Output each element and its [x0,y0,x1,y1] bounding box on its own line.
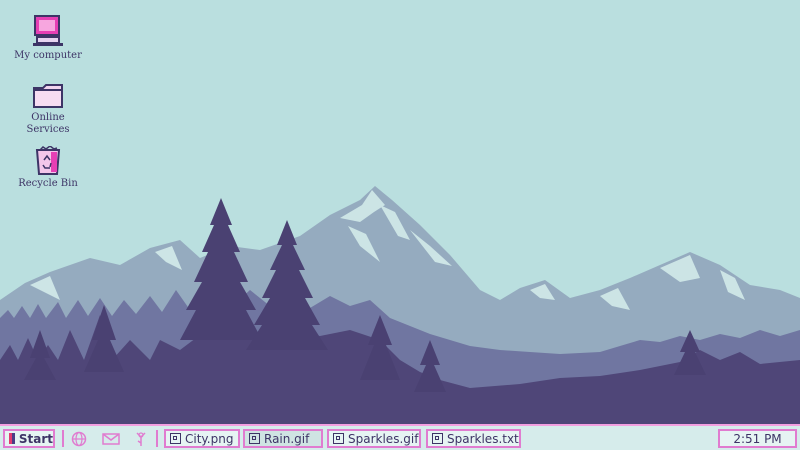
desktop-icon-my-computer[interactable]: My computer [6,14,90,62]
image-file-icon [249,433,260,444]
image-file-icon [333,433,344,444]
taskbar-window-rain-gif[interactable]: Rain.gif [243,429,323,448]
image-file-icon [170,433,181,444]
desktop: My computer Online Services Recycle Bin [0,0,800,424]
start-label: Start [18,431,53,446]
desktop-icon-label: Online Services [26,112,70,135]
desktop-icon-label: Recycle Bin [18,178,78,189]
computer-icon [33,15,63,46]
taskbar-separator [62,430,64,447]
recycle-bin-icon [35,146,61,175]
flower-icon[interactable] [132,431,150,447]
taskbar-window-label: Rain.gif [264,431,310,446]
desktop-icon-online-services[interactable]: Online Services [6,82,90,136]
text-file-icon [432,433,443,444]
taskbar-window-city-png[interactable]: City.png [164,429,240,448]
taskbar-clock[interactable]: 2:51 PM [718,429,797,448]
desktop-icon-recycle-bin[interactable]: Recycle Bin [6,146,90,190]
mail-icon[interactable] [102,431,120,447]
globe-icon[interactable] [70,431,88,447]
taskbar: Start City.png Rain.gif Sparkles.gif Spa… [0,424,800,450]
folder-icon [33,84,63,108]
taskbar-window-label: Sparkles.txt [447,431,519,446]
taskbar-window-sparkles-gif[interactable]: Sparkles.gif [327,429,421,448]
start-button[interactable]: Start [3,429,55,448]
mountain-landscape-wallpaper [0,186,800,424]
taskbar-separator [156,430,158,447]
start-logo-icon [9,433,15,444]
taskbar-window-sparkles-txt[interactable]: Sparkles.txt [426,429,521,448]
taskbar-window-label: City.png [185,431,234,446]
taskbar-window-label: Sparkles.gif [348,431,419,446]
desktop-icon-label: My computer [14,50,82,61]
